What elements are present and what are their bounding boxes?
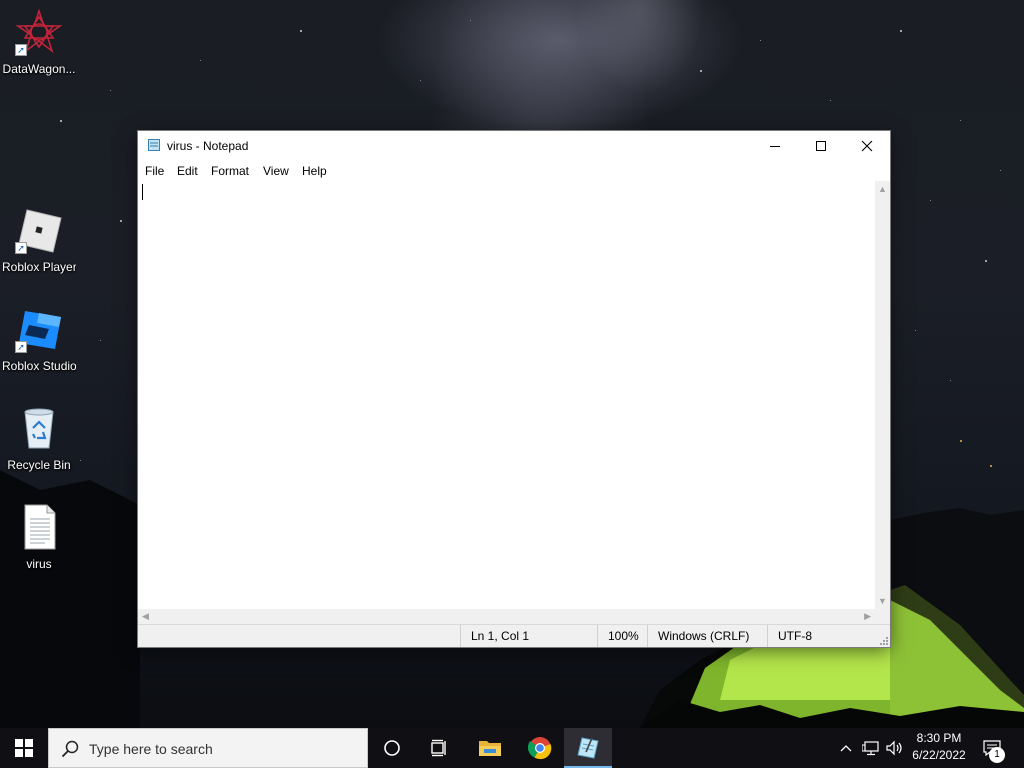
scroll-up-icon[interactable]: ▲ — [878, 184, 887, 194]
cortana-icon — [384, 740, 400, 756]
desktop-icon-roblox-player[interactable]: ➚ Roblox Player — [2, 202, 76, 290]
scroll-down-icon[interactable]: ▼ — [878, 596, 887, 606]
menu-help[interactable]: Help — [302, 164, 327, 178]
chevron-up-icon — [840, 745, 852, 752]
status-encoding: UTF-8 — [767, 625, 877, 647]
datawagon-app-icon: ➚ — [15, 8, 63, 56]
close-icon — [861, 140, 873, 152]
menu-bar: File Edit Format View Help — [138, 161, 890, 181]
roblox-player-icon: ➚ — [15, 206, 63, 254]
task-view-icon — [431, 739, 446, 757]
recycle-bin-icon — [15, 404, 63, 452]
vertical-scrollbar[interactable]: ▲ ▼ — [875, 181, 890, 609]
scroll-corner — [875, 609, 890, 624]
file-explorer-icon — [479, 741, 501, 756]
status-cursor-position: Ln 1, Col 1 — [460, 625, 600, 647]
scroll-left-icon[interactable]: ◀ — [142, 611, 149, 622]
clock-time: 8:30 PM — [916, 731, 962, 745]
notepad-icon — [147, 138, 161, 152]
title-bar[interactable]: virus - Notepad — [138, 131, 890, 161]
desktop-icon-virus-file[interactable]: virus — [2, 499, 76, 587]
text-caret — [142, 184, 143, 200]
network-icon — [862, 741, 879, 756]
notepad-taskbar-button[interactable] — [564, 728, 612, 768]
resize-grip-icon[interactable] — [878, 635, 888, 645]
search-icon — [61, 740, 79, 758]
chrome-button[interactable] — [516, 728, 564, 768]
file-explorer-button[interactable] — [466, 728, 514, 768]
network-button[interactable] — [860, 728, 882, 768]
desktop-icon-datawagon[interactable]: ➚ DataWagon... — [2, 4, 76, 92]
text-file-icon — [15, 503, 63, 551]
roblox-studio-icon: ➚ — [15, 305, 63, 353]
status-bar: Ln 1, Col 1 100% Windows (CRLF) UTF-8 — [138, 624, 890, 647]
text-editor-area[interactable] — [138, 181, 875, 609]
cortana-button[interactable] — [368, 728, 416, 768]
maximize-button[interactable] — [798, 131, 844, 161]
desktop-icon-roblox-studio[interactable]: ➚ Roblox Studio — [2, 301, 76, 389]
menu-edit[interactable]: Edit — [177, 164, 198, 178]
windows-logo-icon — [15, 739, 33, 757]
maximize-icon — [816, 141, 826, 151]
desktop-wallpaper: ➚ DataWagon... ➚ Roblox Player ➚ Roblox … — [0, 0, 1024, 728]
menu-view[interactable]: View — [263, 164, 289, 178]
scroll-right-icon[interactable]: ▶ — [864, 611, 871, 622]
notepad-icon — [577, 737, 599, 759]
close-button[interactable] — [844, 131, 890, 161]
clock-date: 6/22/2022 — [912, 748, 966, 762]
window-title: virus - Notepad — [167, 139, 249, 153]
desktop-icon-recycle-bin[interactable]: Recycle Bin — [2, 400, 76, 488]
horizontal-scrollbar[interactable]: ◀ ▶ — [138, 609, 875, 624]
menu-format[interactable]: Format — [211, 164, 249, 178]
chrome-icon — [528, 737, 552, 760]
volume-button[interactable] — [884, 728, 906, 768]
notification-count-badge: 1 — [989, 747, 1005, 763]
status-line-ending: Windows (CRLF) — [647, 625, 767, 647]
minimize-icon — [770, 146, 780, 147]
start-button[interactable] — [0, 728, 48, 768]
clock[interactable]: 8:30 PM 6/22/2022 — [906, 730, 972, 766]
shortcut-arrow-icon: ➚ — [15, 242, 27, 254]
minimize-button[interactable] — [752, 131, 798, 161]
search-placeholder: Type here to search — [89, 741, 213, 757]
search-box[interactable]: Type here to search — [48, 728, 368, 768]
show-hidden-icons-button[interactable] — [836, 728, 856, 768]
menu-file[interactable]: File — [145, 164, 164, 178]
taskbar: Type here to search 8:30 PM 6/22/2022 1 — [0, 728, 1024, 768]
notepad-window[interactable]: virus - Notepad File Edit Format View He… — [138, 131, 890, 647]
status-zoom: 100% — [597, 625, 647, 647]
shortcut-arrow-icon: ➚ — [15, 341, 27, 353]
shortcut-arrow-icon: ➚ — [15, 44, 27, 56]
speaker-icon — [886, 740, 902, 756]
task-view-button[interactable] — [416, 728, 464, 768]
